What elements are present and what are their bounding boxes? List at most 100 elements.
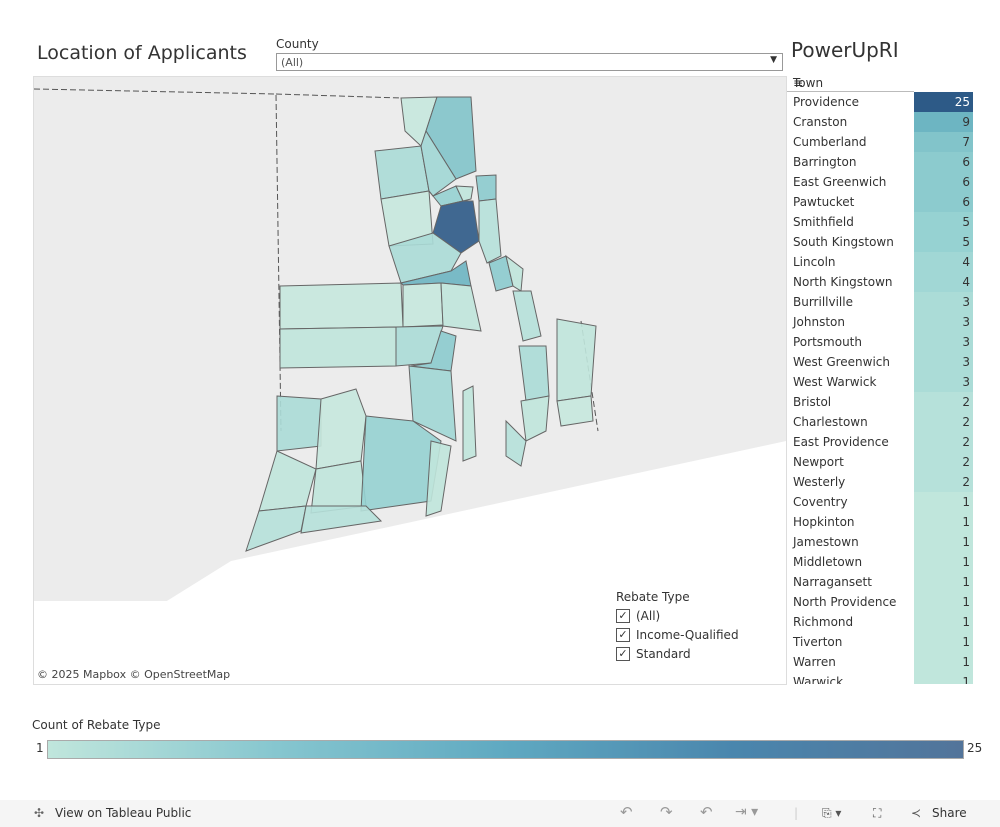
town-shape-portsmouth[interactable] [518,345,550,402]
town-column-header[interactable]: Town ≡ [787,73,914,92]
check-icon: ✓ [616,628,630,642]
table-row[interactable]: North Kingstown 4 [787,272,974,292]
checkbox-standard[interactable]: ✓ Standard [616,647,739,661]
town-table[interactable]: Providence 25 Cranston 9 Cumberland 7 Barringt… [787,92,974,684]
town-shape-newport[interactable] [505,419,527,467]
table-row[interactable]: Cranston 9 [787,112,974,132]
town-shape-middletown[interactable] [520,395,550,442]
checkbox-income-qualified[interactable]: ✓ Income-Qualified [616,628,739,642]
map-attribution: © 2025 Mapbox © OpenStreetMap [37,668,231,681]
table-row[interactable]: Tiverton 1 [787,632,974,652]
table-row[interactable]: East Providence 2 [787,432,974,452]
count-cell: 7 [914,132,973,152]
town-shape-hopkinton[interactable] [258,450,317,512]
table-row[interactable]: Providence 25 [787,92,974,112]
count-cell: 3 [914,312,973,332]
town-name: West Greenwich [793,355,891,369]
table-row[interactable]: Hopkinton 1 [787,512,974,532]
table-row[interactable]: Bristol 2 [787,392,974,412]
table-row[interactable]: Johnston 3 [787,312,974,332]
town-shape-exeter[interactable] [315,388,367,470]
count-cell: 6 [914,172,973,192]
town-shape-little-compton[interactable] [556,395,594,427]
town-name: Hopkinton [793,515,855,529]
table-row[interactable]: Warwick 1 [787,672,974,684]
revert-icon[interactable]: ↶ [700,803,713,821]
town-name: Portsmouth [793,335,862,349]
table-row[interactable]: Barrington 6 [787,152,974,172]
sort-icon[interactable]: ≡ [793,76,803,90]
town-name: Bristol [793,395,832,409]
count-cell: 5 [914,232,973,252]
town-shape-richmond[interactable] [310,460,367,514]
table-row[interactable]: Cumberland 7 [787,132,974,152]
table-row[interactable]: Pawtucket 6 [787,192,974,212]
table-row[interactable]: Middletown 1 [787,552,974,572]
town-name: Tiverton [793,635,843,649]
count-cell: 1 [914,572,973,592]
town-name: Richmond [793,615,854,629]
county-filter-value: (All) [281,56,304,69]
color-scale-min: 1 [36,741,44,755]
view-on-tableau-link[interactable]: View on Tableau Public [55,806,191,820]
count-cell: 4 [914,272,973,292]
footer-toolbar: ✣ View on Tableau Public ↶ ↷ ↶ ⇥ ▾ | ⎘ ▾… [0,800,1000,827]
town-name: Barrington [793,155,857,169]
table-row[interactable]: Lincoln 4 [787,252,974,272]
color-scale-max: 25 [967,741,983,755]
town-shape-west-greenwich[interactable] [276,395,322,452]
town-name: Burrillville [793,295,853,309]
town-name: Pawtucket [793,195,855,209]
town-name: East Greenwich [793,175,887,189]
table-row[interactable]: Warren 1 [787,652,974,672]
pause-icon[interactable]: ⇥ ▾ [735,804,758,820]
town-shape-burrillville[interactable] [374,145,430,200]
town-shape-foster[interactable] [279,282,404,330]
table-row[interactable]: North Providence 1 [787,592,974,612]
table-row[interactable]: Coventry 1 [787,492,974,512]
town-shape-coventry[interactable] [279,326,397,369]
town-name: Charlestown [793,415,868,429]
share-icon[interactable]: ≺ [911,806,921,820]
table-row[interactable]: Jamestown 1 [787,532,974,552]
table-row[interactable]: Westerly 2 [787,472,974,492]
share-button[interactable]: Share [932,806,967,820]
town-shape-westerly[interactable] [245,505,307,552]
table-row[interactable]: Portsmouth 3 [787,332,974,352]
town-name: Jamestown [793,535,859,549]
table-row[interactable]: East Greenwich 6 [787,172,974,192]
town-shape-jamestown[interactable] [462,385,477,462]
table-row[interactable]: Newport 2 [787,452,974,472]
town-name: Johnston [793,315,845,329]
table-row[interactable]: Charlestown 2 [787,412,974,432]
count-cell: 6 [914,192,973,212]
town-name: North Kingstown [793,275,893,289]
town-shape-charlestown[interactable] [300,505,383,534]
table-row[interactable]: Richmond 1 [787,612,974,632]
town-shape-pawtucket[interactable] [475,174,497,202]
table-row[interactable]: Smithfield 5 [787,212,974,232]
download-icon[interactable]: ⎘ ▾ [822,806,841,821]
checkbox-all[interactable]: ✓ (All) [616,609,739,623]
county-filter-dropdown[interactable]: (All) ▼ [276,53,783,71]
town-shape-tiverton[interactable] [556,318,597,402]
fullscreen-icon[interactable]: ⛶ [873,806,881,821]
table-row[interactable]: Burrillville 3 [787,292,974,312]
table-row[interactable]: South Kingstown 5 [787,232,974,252]
town-name: East Providence [793,435,889,449]
table-row[interactable]: West Greenwich 3 [787,352,974,372]
undo-icon[interactable]: ↶ [620,803,633,821]
town-shape-scituate[interactable] [402,282,444,328]
town-shape-narragansett[interactable] [425,440,452,517]
town-shape-warwick[interactable] [440,282,482,332]
count-cell: 1 [914,652,973,672]
town-shape-east-providence[interactable] [478,198,502,264]
count-cell: 2 [914,412,973,432]
count-cell: 1 [914,552,973,572]
legend-title: Rebate Type [616,590,690,604]
redo-icon[interactable]: ↷ [660,803,673,821]
town-shape-bristol[interactable] [512,290,542,342]
town-name: Narragansett [793,575,872,589]
table-row[interactable]: West Warwick 3 [787,372,974,392]
table-row[interactable]: Narragansett 1 [787,572,974,592]
